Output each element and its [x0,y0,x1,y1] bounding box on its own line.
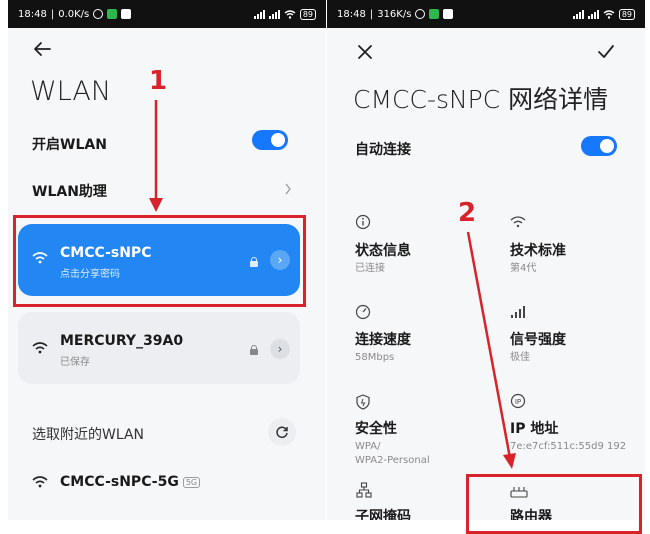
arrow-2 [466,231,516,469]
arrow-1 [149,100,163,212]
annotation-arrows [149,100,516,469]
